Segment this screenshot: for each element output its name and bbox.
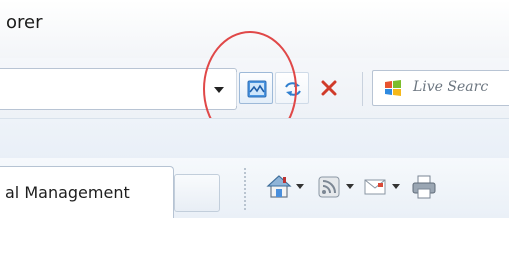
mail-dropdown-icon[interactable]: [392, 184, 400, 189]
home-button[interactable]: [266, 174, 292, 200]
window-title: orer: [6, 12, 43, 33]
compatibility-view-icon: [247, 80, 267, 98]
toolbar-separator: [236, 72, 237, 106]
toolbar-separator: [362, 72, 363, 106]
page-content: [0, 218, 509, 276]
live-search-logo-icon: [385, 80, 401, 96]
toolbar-grip[interactable]: [244, 168, 246, 212]
mail-button[interactable]: [364, 178, 386, 196]
window-titlebar: orer: [0, 0, 509, 59]
search-placeholder: Live Searc: [413, 79, 489, 95]
address-bar-row: Live Searc: [0, 31, 509, 147]
feeds-icon: [318, 176, 340, 198]
stop-button[interactable]: [314, 72, 344, 104]
favorites-bar: [0, 118, 509, 159]
home-dropdown-icon[interactable]: [296, 184, 304, 189]
compatibility-view-button[interactable]: [239, 72, 273, 104]
address-input[interactable]: [0, 68, 237, 110]
tab-label: al Management: [5, 183, 130, 202]
stop-icon: [321, 80, 337, 96]
mail-icon: [364, 179, 386, 195]
home-icon: [266, 175, 292, 198]
refresh-button[interactable]: [275, 72, 309, 104]
feeds-dropdown-icon[interactable]: [346, 184, 354, 189]
refresh-icon: [285, 82, 301, 96]
print-icon: [412, 175, 436, 199]
new-tab-button[interactable]: [174, 174, 220, 212]
search-box[interactable]: Live Searc: [372, 70, 509, 106]
address-dropdown-button[interactable]: [210, 78, 228, 100]
feeds-button[interactable]: [318, 176, 340, 198]
print-button[interactable]: [410, 174, 438, 200]
tabs-row: al Management: [0, 158, 509, 219]
tab-active[interactable]: al Management: [0, 166, 174, 218]
